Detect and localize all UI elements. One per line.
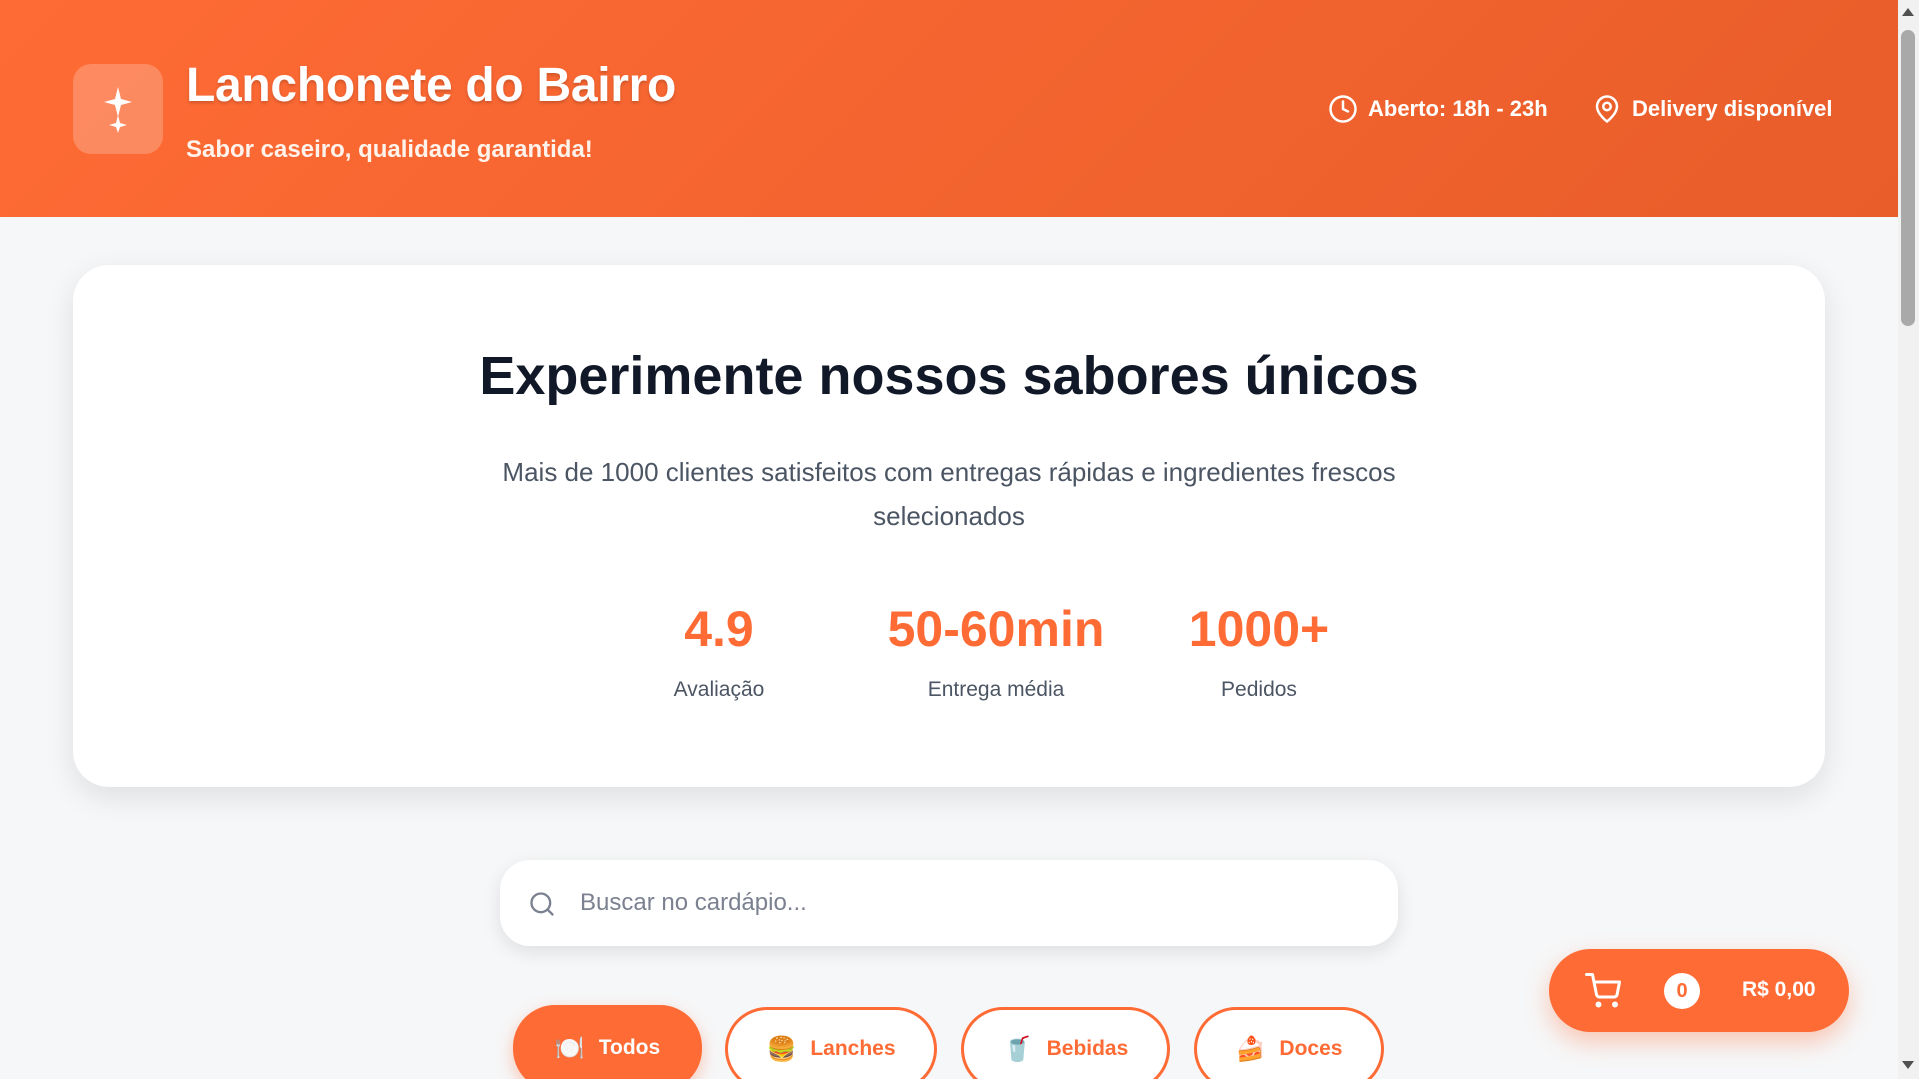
stat-label: Pedidos xyxy=(1221,678,1297,701)
category-label: Doces xyxy=(1279,1037,1343,1060)
search-bar[interactable] xyxy=(500,860,1398,946)
logo[interactable] xyxy=(73,64,163,154)
hero-card: Experimente nossos sabores únicos Mais d… xyxy=(73,265,1825,787)
plate-icon: 🍽️ xyxy=(554,1034,585,1062)
scroll-down-icon[interactable] xyxy=(1902,1061,1914,1069)
scrollbar[interactable] xyxy=(1898,0,1919,1079)
cart-icon xyxy=(1585,973,1621,1008)
clock-icon xyxy=(1329,95,1357,123)
search-icon xyxy=(530,892,554,916)
hero-description: Mais de 1000 clientes satisfeitos com en… xyxy=(502,457,1396,531)
stat-orders: 1000+ Pedidos xyxy=(1086,600,1432,702)
cake-icon: 🍰 xyxy=(1235,1035,1266,1063)
burger-icon: 🍔 xyxy=(766,1035,797,1063)
site-header: Lanchonete do Bairro Sabor caseiro, qual… xyxy=(0,0,1898,217)
category-lanches[interactable]: 🍔 Lanches xyxy=(725,1007,937,1079)
sparkles-icon xyxy=(104,87,132,133)
scroll-thumb[interactable] xyxy=(1901,30,1915,326)
category-label: Lanches xyxy=(810,1037,896,1060)
cart-count-badge: 0 xyxy=(1664,973,1700,1009)
opening-hours-text: Aberto: 18h - 23h xyxy=(1368,96,1548,121)
drink-icon: 🥤 xyxy=(1002,1035,1033,1063)
cart-total: R$ 0,00 xyxy=(1742,978,1816,1001)
map-pin-icon xyxy=(1595,95,1619,123)
category-label: Bebidas xyxy=(1046,1037,1129,1060)
site-title: Lanchonete do Bairro xyxy=(186,59,677,112)
stat-value: 1000+ xyxy=(1188,601,1330,657)
category-bebidas[interactable]: 🥤 Bebidas xyxy=(961,1007,1170,1079)
category-doces[interactable]: 🍰 Doces xyxy=(1194,1007,1384,1079)
cart-button[interactable]: 0 R$ 0,00 xyxy=(1549,949,1849,1032)
delivery-status-text: Delivery disponível xyxy=(1632,96,1833,121)
hero-title: Experimente nossos sabores únicos xyxy=(479,346,1419,406)
search-input[interactable] xyxy=(580,880,1360,926)
delivery-status: Delivery disponível xyxy=(1592,94,1833,124)
site-tagline: Sabor caseiro, qualidade garantida! xyxy=(186,136,593,163)
category-label: Todos xyxy=(598,1036,661,1059)
scroll-up-icon[interactable] xyxy=(1902,8,1914,16)
opening-hours: Aberto: 18h - 23h xyxy=(1328,94,1548,124)
category-todos[interactable]: 🍽️ Todos xyxy=(513,1005,702,1079)
